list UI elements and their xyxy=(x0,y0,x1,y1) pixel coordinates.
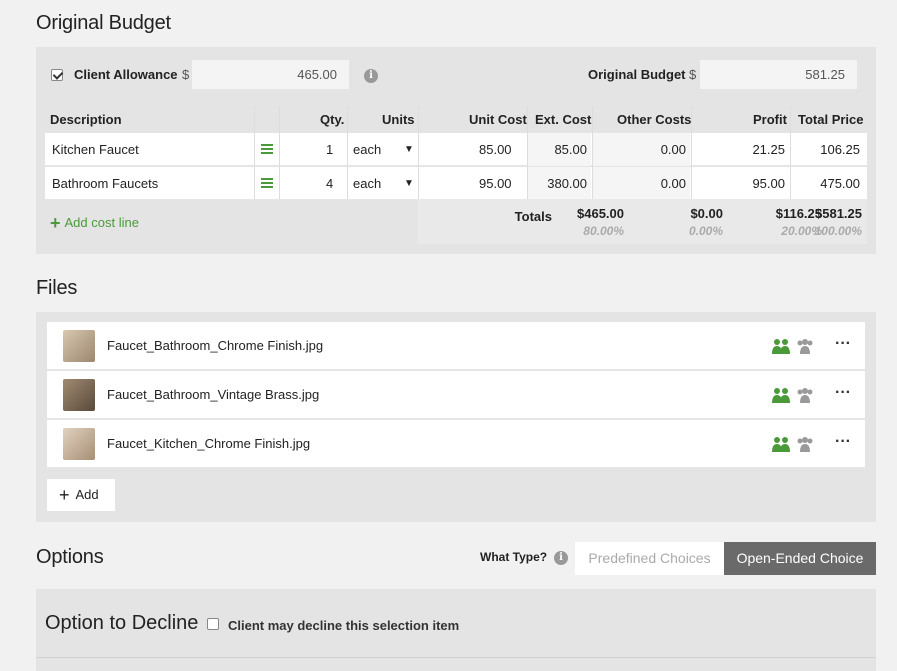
cost-table-header: Description Qty. Units Unit Cost Ext. Co… xyxy=(45,106,867,133)
table-row: Bathroom Faucets 4 each ▼ 95.00 380.00 0… xyxy=(45,167,867,200)
info-icon[interactable]: i xyxy=(554,551,568,565)
file-thumbnail[interactable] xyxy=(63,379,95,411)
col-total-price: Total Price xyxy=(798,112,864,127)
row-profit[interactable]: 21.25 xyxy=(691,133,789,166)
row-other-costs: 0.00 xyxy=(592,133,690,166)
original-budget-input[interactable]: 581.25 xyxy=(700,60,857,89)
file-row[interactable]: Faucet_Kitchen_Chrome Finish.jpg ··· xyxy=(47,420,865,468)
units-dropdown-icon[interactable]: ▼ xyxy=(404,167,414,200)
file-name[interactable]: Faucet_Bathroom_Chrome Finish.jpg xyxy=(107,322,323,370)
budget-panel: Client Allowance $ 465.00 i Original Bud… xyxy=(36,47,876,254)
decline-checkbox-label: Client may decline this selection item xyxy=(228,618,460,633)
open-ended-choice-button[interactable]: Open-Ended Choice xyxy=(724,542,876,575)
row-ext-cost: 85.00 xyxy=(527,133,591,166)
row-units[interactable]: each xyxy=(353,133,381,166)
share-owner-icon[interactable] xyxy=(796,387,814,403)
budget-section-title: Original Budget xyxy=(36,12,171,34)
file-row[interactable]: Faucet_Bathroom_Chrome Finish.jpg ··· xyxy=(47,322,865,370)
original-budget-label: Original Budget xyxy=(588,67,686,82)
col-description: Description xyxy=(50,112,122,127)
original-budget-currency: $ xyxy=(689,67,697,82)
more-options-icon[interactable]: ··· xyxy=(835,384,851,402)
col-other-costs: Other Costs xyxy=(617,112,692,127)
more-options-icon[interactable]: ··· xyxy=(835,335,851,353)
divider xyxy=(36,657,876,658)
row-unit-cost[interactable]: 85.00 xyxy=(479,133,512,166)
row-unit-cost[interactable]: 95.00 xyxy=(479,167,512,200)
row-other-costs: 0.00 xyxy=(592,167,690,200)
what-type-label: What Type? xyxy=(480,550,548,564)
add-file-button[interactable]: + Add xyxy=(47,479,115,511)
file-name[interactable]: Faucet_Kitchen_Chrome Finish.jpg xyxy=(107,420,310,468)
share-subs-icon[interactable] xyxy=(772,436,790,452)
plus-icon: + xyxy=(59,485,70,505)
row-description[interactable]: Bathroom Faucets xyxy=(52,167,158,200)
more-options-icon[interactable]: ··· xyxy=(835,433,851,451)
row-ext-cost: 380.00 xyxy=(527,167,591,200)
share-owner-icon[interactable] xyxy=(796,436,814,452)
total-price: $581.25 xyxy=(815,206,862,221)
plus-icon: + xyxy=(50,213,61,233)
total-price-pct: 100.00% xyxy=(814,224,862,238)
client-allowance-input[interactable]: 465.00 xyxy=(192,60,349,89)
predefined-choices-button[interactable]: Predefined Choices xyxy=(575,542,724,575)
add-cost-line-button[interactable]: + Add cost line xyxy=(50,213,139,234)
col-profit: Profit xyxy=(753,112,787,127)
options-section-title: Options xyxy=(36,546,104,568)
info-icon[interactable]: i xyxy=(364,69,378,83)
row-description[interactable]: Kitchen Faucet xyxy=(52,133,139,166)
files-section-title: Files xyxy=(36,277,78,299)
col-ext-cost: Ext. Cost xyxy=(535,112,592,127)
client-allowance-label: Client Allowance xyxy=(74,67,178,82)
share-subs-icon[interactable] xyxy=(772,338,790,354)
share-owner-icon[interactable] xyxy=(796,338,814,354)
row-profit[interactable]: 95.00 xyxy=(691,167,789,200)
units-dropdown-icon[interactable]: ▼ xyxy=(404,133,414,166)
col-unit-cost: Unit Cost xyxy=(469,112,527,127)
row-qty[interactable]: 4 xyxy=(326,167,333,200)
col-qty: Qty. xyxy=(320,112,345,127)
line-menu-icon[interactable] xyxy=(261,178,273,188)
decline-checkbox[interactable] xyxy=(207,618,219,630)
decline-title: Option to Decline xyxy=(45,612,199,634)
line-menu-icon[interactable] xyxy=(261,144,273,154)
row-total-price: 106.25 xyxy=(820,142,860,157)
file-thumbnail[interactable] xyxy=(63,428,95,460)
allowance-row: Client Allowance $ 465.00 i Original Bud… xyxy=(36,60,876,90)
row-qty[interactable]: 1 xyxy=(326,133,333,166)
decline-panel: Option to Decline Client may decline thi… xyxy=(36,589,876,671)
totals-area: Totals $465.00 80.00% $0.00 0.00% $116.2… xyxy=(418,199,867,244)
client-allowance-checkbox[interactable] xyxy=(51,69,63,81)
table-row: Kitchen Faucet 1 each ▼ 85.00 85.00 0.00… xyxy=(45,133,867,166)
share-subs-icon[interactable] xyxy=(772,387,790,403)
row-units[interactable]: each xyxy=(353,167,381,200)
file-name[interactable]: Faucet_Bathroom_Vintage Brass.jpg xyxy=(107,371,319,419)
allowance-currency: $ xyxy=(182,67,190,82)
row-total-price: 475.00 xyxy=(820,176,860,191)
files-panel: Faucet_Bathroom_Chrome Finish.jpg ··· Fa… xyxy=(36,312,876,522)
file-thumbnail[interactable] xyxy=(63,330,95,362)
col-units: Units xyxy=(382,112,415,127)
file-row[interactable]: Faucet_Bathroom_Vintage Brass.jpg ··· xyxy=(47,371,865,419)
